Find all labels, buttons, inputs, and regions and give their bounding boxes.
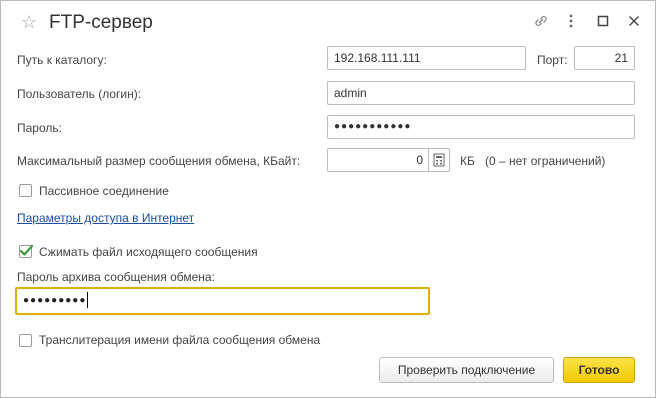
port-label: Порт:	[537, 53, 568, 67]
user-label: Пользователь (логин):	[17, 87, 142, 101]
path-input[interactable]: 192.168.111.111	[327, 46, 526, 70]
text-cursor	[87, 292, 89, 309]
maximize-icon[interactable]	[591, 9, 615, 33]
window-title: FTP-сервер	[49, 12, 153, 33]
password-label: Пароль:	[17, 121, 62, 135]
check-connection-button[interactable]: Проверить подключение	[379, 357, 554, 383]
close-icon[interactable]	[622, 9, 646, 33]
password-input[interactable]: ●●●●●●●●●●●	[327, 115, 635, 139]
maxsize-unit: КБ	[460, 154, 475, 168]
compress-label[interactable]: Сжимать файл исходящего сообщения	[39, 244, 258, 260]
archive-password-input[interactable]: ●●●●●●●●●	[15, 287, 430, 315]
internet-settings-link[interactable]: Параметры доступа в Интернет	[17, 210, 194, 226]
port-input[interactable]: 21	[574, 46, 635, 70]
maxsize-input[interactable]: 0	[327, 148, 429, 172]
maxsize-label: Максимальный размер сообщения обмена, КБ…	[17, 154, 301, 168]
more-icon[interactable]	[559, 9, 583, 33]
passive-label[interactable]: Пассивное соединение	[39, 183, 169, 199]
calculator-icon[interactable]	[428, 148, 450, 172]
translit-label[interactable]: Транслитерация имени файла сообщения обм…	[39, 332, 320, 348]
done-button[interactable]: Готово	[563, 357, 635, 383]
compress-checkbox[interactable]	[19, 244, 34, 258]
translit-checkbox[interactable]	[19, 334, 32, 347]
dialog-window: ☆ FTP-сервер Путь к каталогу: 192.168.11…	[0, 0, 656, 398]
star-icon[interactable]: ☆	[21, 10, 37, 34]
passive-checkbox[interactable]	[19, 184, 32, 197]
link-icon[interactable]	[529, 9, 553, 33]
maxsize-hint: (0 – нет ограничений)	[485, 154, 606, 168]
archive-password-label: Пароль архива сообщения обмена:	[17, 270, 215, 284]
path-label: Путь к каталогу:	[17, 53, 107, 67]
checkmark-icon	[19, 244, 34, 256]
user-input[interactable]: admin	[327, 81, 635, 105]
archive-password-value: ●●●●●●●●●	[23, 295, 87, 306]
